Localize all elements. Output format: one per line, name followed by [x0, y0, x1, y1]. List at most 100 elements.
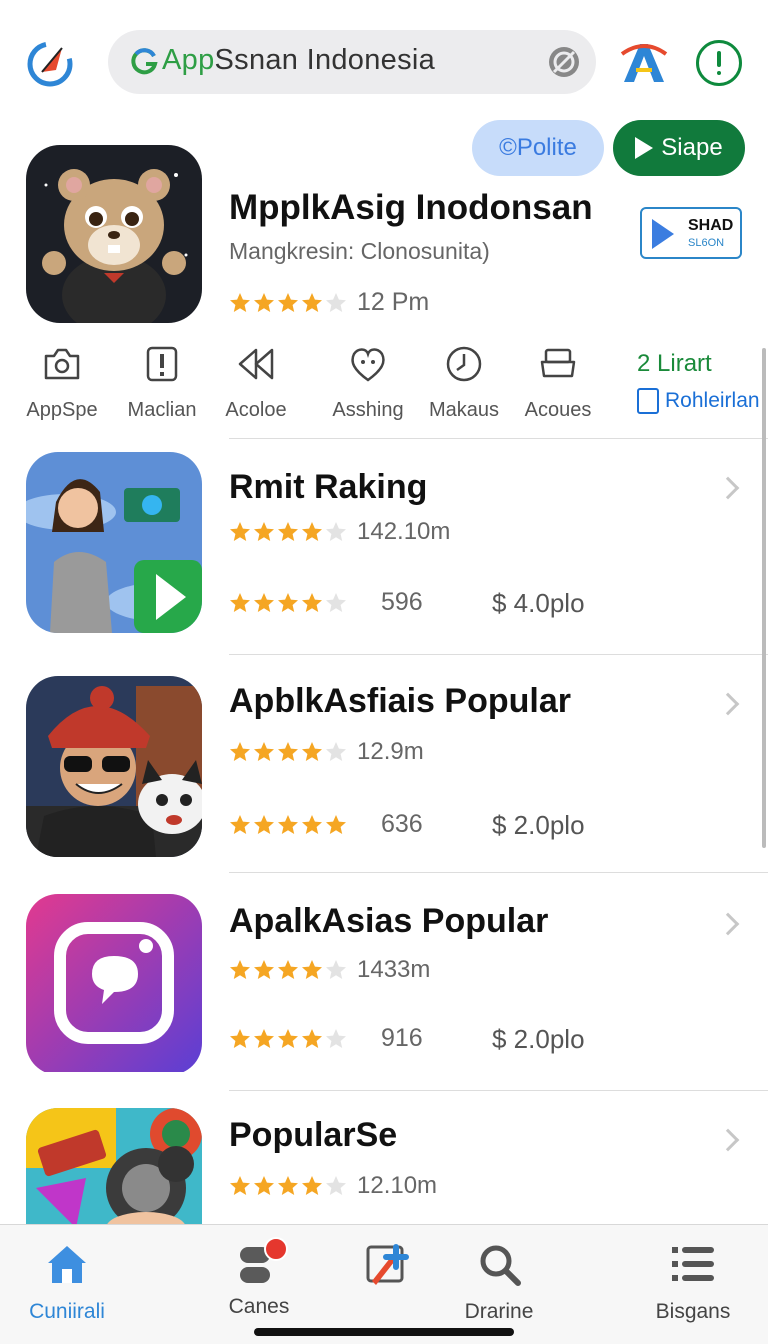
- rating-count: 12 Pm: [357, 288, 430, 316]
- star-icon: [278, 522, 298, 541]
- star-icon: [302, 292, 322, 312]
- star-icon: [278, 960, 298, 979]
- category-extra[interactable]: 2 Lirart Rohleirlan: [637, 350, 760, 414]
- tab-create[interactable]: [322, 1241, 452, 1300]
- star-icon: [230, 522, 250, 541]
- star-icon: [254, 292, 274, 312]
- featured-app-subtitle: Mangkresin: Clonosunita): [229, 238, 490, 264]
- polite-button[interactable]: ©Polite: [472, 120, 604, 176]
- featured-rating: 12 Pm: [229, 288, 429, 317]
- star-icon: [230, 1028, 250, 1048]
- star-icon: [230, 292, 250, 312]
- star-icon: [302, 1028, 322, 1048]
- divider: [229, 654, 768, 655]
- search-bar[interactable]: AppSsnan Indonesia: [108, 30, 596, 94]
- star-icon: [326, 1176, 346, 1195]
- chevron-right-icon[interactable]: [716, 1128, 740, 1152]
- category-extra-line1: 2 Lirart: [637, 350, 712, 377]
- star-icon: [326, 292, 346, 312]
- app-price: $ 2.0plo: [492, 810, 585, 840]
- category-extra-link[interactable]: Rohleirlan: [637, 388, 760, 414]
- review-count: 636: [381, 810, 423, 838]
- search-text: AppSsnan Indonesia: [162, 44, 435, 77]
- play-icon: [635, 137, 654, 159]
- list-icon: [672, 1247, 714, 1281]
- shad-store-badge[interactable]: SHAD SL6ON: [640, 207, 742, 259]
- compass-logo-icon[interactable]: [24, 36, 76, 88]
- chevron-right-icon[interactable]: [716, 912, 740, 936]
- siape-button[interactable]: Siape: [613, 120, 745, 176]
- chevron-right-icon[interactable]: [716, 476, 740, 500]
- category-label: Makaus: [428, 399, 500, 421]
- tab-list[interactable]: Bisgans: [628, 1241, 758, 1324]
- a-logo-icon[interactable]: [620, 40, 668, 84]
- divider: [229, 1090, 768, 1091]
- info-icon[interactable]: [696, 40, 742, 86]
- bottom-tab-bar: Cuniirali Canes Drarine Bisgans: [0, 1224, 768, 1344]
- app-icon[interactable]: [26, 894, 202, 1075]
- featured-app-icon[interactable]: [26, 145, 202, 323]
- tab-search[interactable]: Drarine: [434, 1241, 564, 1324]
- app-title[interactable]: ApblkAsfiais Popular: [229, 682, 571, 721]
- app-price: $ 4.0plo: [492, 588, 585, 618]
- star-icon: [302, 960, 322, 979]
- star-icon: [326, 592, 346, 612]
- category-asshing[interactable]: Asshing: [328, 344, 408, 422]
- star-icon: [326, 1028, 346, 1048]
- download-count: 1433m: [357, 956, 431, 983]
- star-icon: [278, 742, 298, 761]
- tray-icon: [540, 348, 576, 378]
- tab-games[interactable]: Canes: [194, 1237, 324, 1319]
- star-icon: [302, 1176, 322, 1195]
- category-label: Acoues: [524, 399, 592, 421]
- pencil-plus-icon: [366, 1244, 409, 1285]
- app-icon[interactable]: [26, 676, 202, 857]
- featured-app-title[interactable]: MpplkAsig Inodonsan: [229, 188, 593, 228]
- app-icon[interactable]: [26, 1108, 202, 1224]
- star-rating: [229, 592, 347, 614]
- review-count: 916: [381, 1024, 423, 1052]
- star-icon: [230, 814, 250, 834]
- app-title[interactable]: ApalkAsias Popular: [229, 902, 548, 941]
- list-item[interactable]: Rmit Raking 142.10m 596 $ 4.0plo: [0, 452, 768, 652]
- google-icon: [131, 48, 158, 75]
- star-rating: [229, 814, 347, 836]
- star-icon: [302, 592, 322, 612]
- list-item[interactable]: ApalkAsias Popular 1433m 916 $ 2.0plo: [0, 894, 768, 1090]
- star-icon: [254, 1028, 274, 1048]
- tab-label: Drarine: [464, 1300, 534, 1323]
- app-title[interactable]: PopularSe: [229, 1116, 397, 1155]
- search-icon: [480, 1245, 521, 1286]
- chevron-right-icon[interactable]: [716, 692, 740, 716]
- star-icon: [278, 592, 298, 612]
- scroll-indicator[interactable]: [762, 348, 766, 848]
- category-acoues[interactable]: Acoues: [520, 344, 596, 422]
- star-icon: [230, 1176, 250, 1195]
- app-title[interactable]: Rmit Raking: [229, 468, 427, 507]
- home-icon: [48, 1246, 86, 1283]
- star-rating: [229, 521, 347, 543]
- category-maclian[interactable]: Maclian: [124, 344, 200, 422]
- play-store-icon: [652, 219, 674, 249]
- review-line: 636: [229, 810, 423, 839]
- app-icon[interactable]: [26, 452, 202, 633]
- review-line: 596: [229, 588, 423, 617]
- tab-home[interactable]: Cuniirali: [2, 1241, 132, 1324]
- star-icon: [254, 592, 274, 612]
- mic-icon[interactable]: [546, 44, 582, 80]
- list-item[interactable]: PopularSe 12.10m: [0, 1108, 768, 1224]
- category-appspe[interactable]: AppSpe: [24, 344, 100, 422]
- star-icon: [302, 522, 322, 541]
- download-count: 12.10m: [357, 1172, 438, 1199]
- warning-icon: [146, 346, 178, 382]
- category-acoloe[interactable]: Acoloe: [218, 344, 294, 422]
- search-text-rest: Ssnan Indonesia: [214, 44, 436, 76]
- category-label: Asshing: [332, 399, 404, 421]
- list-item[interactable]: ApblkAsfiais Popular 12.9m 636 $ 2.0plo: [0, 674, 768, 870]
- category-makaus[interactable]: Makaus: [424, 344, 504, 422]
- star-icon: [254, 960, 274, 979]
- star-icon: [326, 522, 346, 541]
- star-rating: [229, 1028, 347, 1050]
- category-label: AppSpe: [26, 399, 98, 421]
- document-icon: [637, 388, 659, 414]
